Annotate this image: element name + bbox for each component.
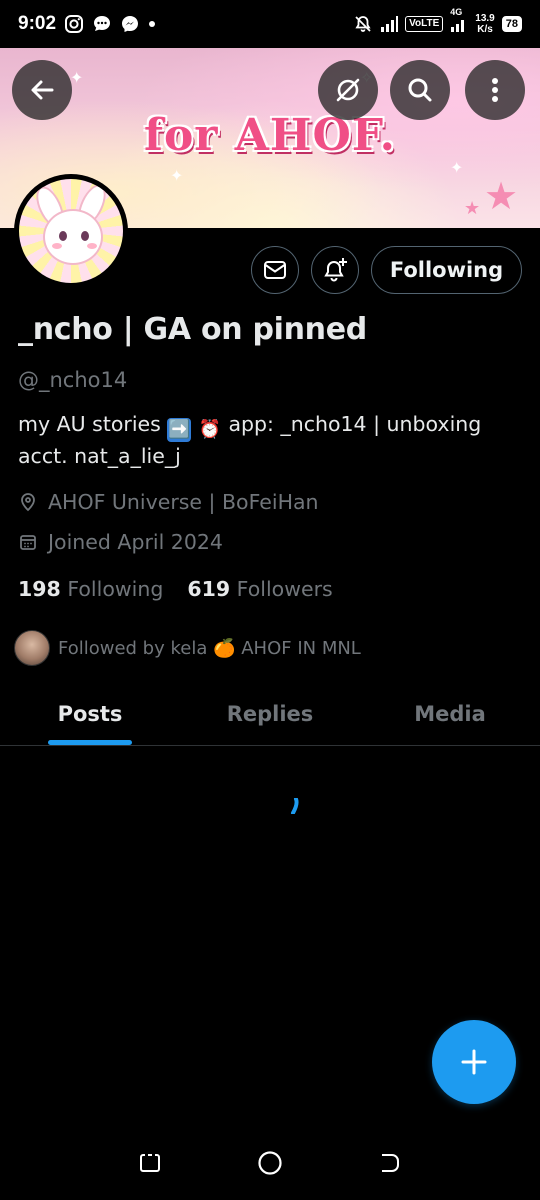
avatar-image: [19, 179, 123, 283]
followers-count-link[interactable]: 619 Followers: [187, 577, 332, 601]
search-button[interactable]: [390, 60, 450, 120]
recent-apps-button[interactable]: [138, 1151, 162, 1180]
location-pin-icon: [21, 493, 35, 512]
battery-indicator: 78: [501, 16, 522, 32]
followers-label: Followers: [236, 577, 333, 601]
location-row: AHOF Universe | BoFeiHan: [18, 490, 319, 514]
instagram-icon: [64, 14, 84, 34]
following-button[interactable]: Following: [371, 246, 522, 294]
followed-by-text: Followed by kela 🍊 AHOF IN MNL: [58, 637, 361, 659]
user-handle: @_ncho14: [18, 368, 128, 392]
sparkle-icon: ✦: [450, 160, 464, 177]
compose-post-button[interactable]: [432, 1020, 516, 1104]
profile-bio: my AU stories ➡️ ⏰ app: _ncho14 | unboxi…: [18, 410, 518, 471]
back-nav-icon: [382, 1153, 400, 1172]
recent-apps-icon: [139, 1153, 160, 1172]
system-nav-bar: [0, 1130, 540, 1200]
back-arrow-icon: [31, 80, 54, 100]
followers-count: 619: [187, 577, 231, 601]
more-options-button[interactable]: [465, 60, 525, 120]
net-type-label: 4G: [450, 7, 463, 17]
net-speed-unit: K/s: [477, 24, 493, 35]
star-icon: ★: [484, 176, 519, 218]
plus-icon: [461, 1049, 487, 1075]
joined-row: Joined April 2024: [18, 530, 223, 554]
back-button[interactable]: [12, 60, 72, 120]
followed-by-row[interactable]: Followed by kela 🍊 AHOF IN MNL: [14, 630, 361, 666]
volte-badge: VoLTE: [405, 16, 444, 32]
following-count: 198: [18, 577, 61, 601]
home-button[interactable]: [257, 1150, 283, 1181]
chat-icon: [92, 14, 112, 34]
sparkle-icon: ✦: [170, 168, 184, 185]
grok-icon: [336, 78, 360, 102]
arrow-emoji-icon: ➡️: [167, 418, 192, 442]
follow-counts: 198 Following 619 Followers: [18, 577, 333, 601]
tab-replies[interactable]: Replies: [180, 682, 360, 745]
signal-4g-icon: 4G: [450, 7, 468, 32]
status-time: 9:02: [18, 13, 57, 34]
status-bar: 9:02 VoLTE 4G 13.9 K/s 78: [0, 0, 540, 48]
home-circle-icon: [258, 1150, 282, 1175]
mail-icon: [264, 261, 286, 279]
following-count-link[interactable]: 198 Following: [18, 577, 163, 601]
star-icon: ★: [464, 198, 481, 218]
bell-plus-icon: [324, 258, 347, 282]
grok-button[interactable]: [318, 60, 378, 120]
follower-avatar: [14, 630, 50, 666]
tab-media[interactable]: Media: [360, 682, 540, 745]
bio-text-1: my AU stories: [18, 412, 161, 436]
following-label: Following: [67, 577, 164, 601]
calendar-icon: [20, 535, 36, 550]
loading-spinner-icon: [291, 798, 299, 814]
notification-dot-icon: [148, 20, 156, 28]
banner-title: for AHOF.: [144, 110, 396, 161]
message-button[interactable]: [251, 246, 299, 294]
back-nav-button[interactable]: [378, 1151, 402, 1180]
messenger-icon: [120, 14, 140, 34]
profile-tabs: Posts Replies Media: [0, 682, 540, 746]
sparkle-icon: ✦: [70, 70, 84, 87]
profile-avatar[interactable]: [14, 174, 128, 288]
search-icon: [408, 78, 432, 102]
joined-text: Joined April 2024: [48, 530, 223, 554]
bell-muted-icon: [353, 14, 373, 34]
alarm-clock-emoji-icon: ⏰: [198, 419, 222, 440]
signal-icon: [380, 16, 399, 32]
tab-posts[interactable]: Posts: [0, 682, 180, 745]
display-name: _ncho | GA on pinned: [18, 312, 367, 347]
notify-button[interactable]: [311, 246, 359, 294]
more-vertical-icon: [492, 78, 498, 102]
net-speed-value: 13.9: [475, 13, 495, 24]
location-text[interactable]: AHOF Universe | BoFeiHan: [48, 490, 319, 514]
net-speed: 13.9 K/s: [475, 13, 494, 35]
